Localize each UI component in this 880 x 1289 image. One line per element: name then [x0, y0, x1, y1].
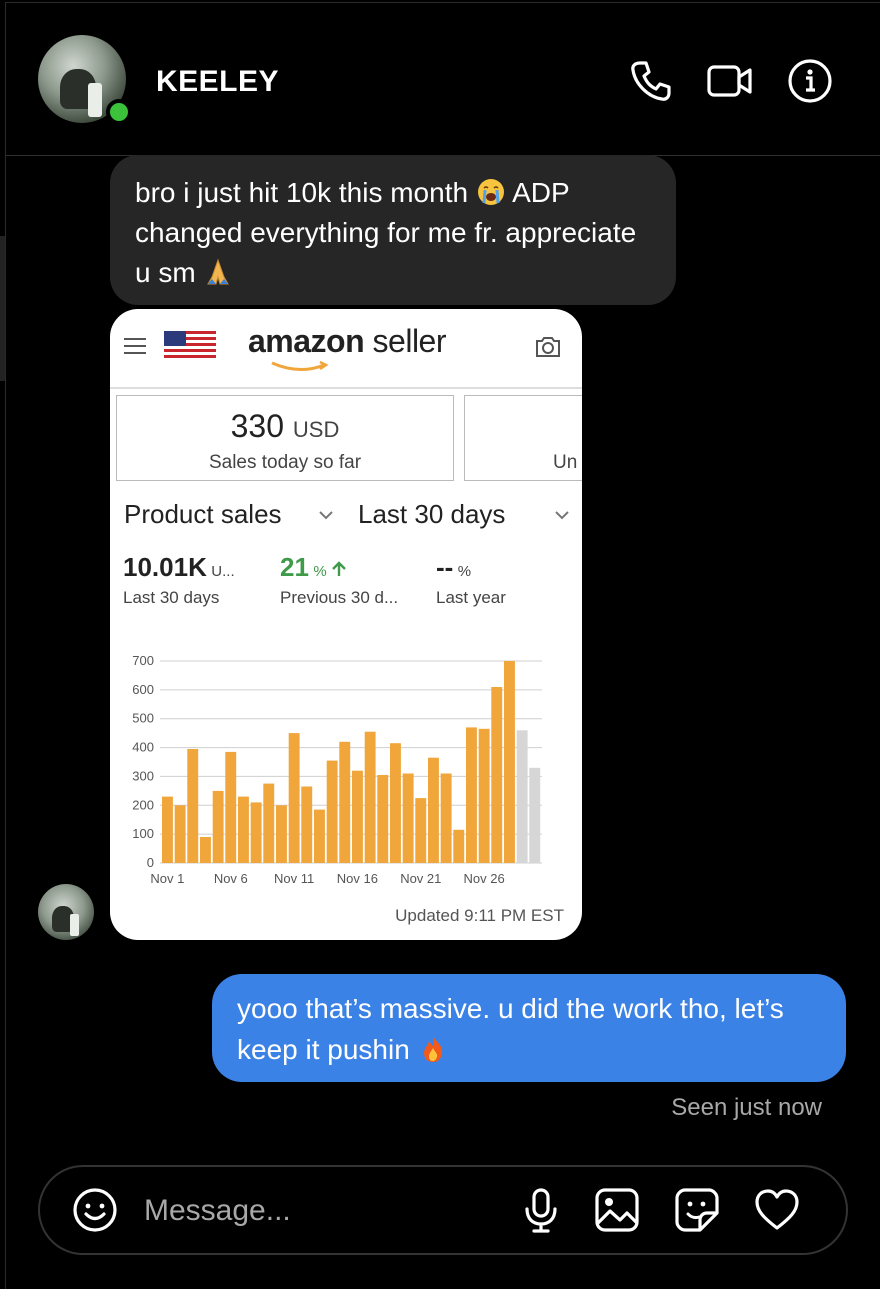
chart-bar [212, 790, 224, 863]
x-tick-label: Nov 6 [214, 871, 248, 886]
window-edge-bar [0, 236, 5, 381]
range-dropdown: Last 30 days [358, 499, 506, 529]
crying-face-emoji-icon [477, 179, 504, 205]
amazon-app-bar: amazon seller [110, 309, 582, 389]
us-flag-icon [164, 331, 216, 361]
chart-bar [516, 730, 528, 863]
outgoing-message-bubble[interactable]: yooo that’s massive. u did the work tho,… [212, 974, 846, 1082]
chevron-down-icon [555, 511, 569, 520]
seen-status: Seen just now [671, 1094, 822, 1121]
shared-image-amazon-seller[interactable]: amazon seller 330 USD Sales today so far… [110, 309, 582, 940]
sales-today-tile: 330 USD Sales today so far [116, 395, 454, 481]
y-tick-label: 600 [132, 682, 154, 697]
emoji-icon[interactable] [72, 1187, 118, 1233]
chart-bar [415, 798, 427, 863]
y-tick-label: 100 [132, 826, 154, 841]
chart-bar [466, 727, 477, 863]
chart-bar [390, 743, 401, 863]
chart-bar [402, 773, 414, 863]
chart-bar [174, 805, 186, 863]
sales-today-label: Sales today so far [208, 452, 362, 473]
chart-bar [326, 760, 338, 863]
video-call-icon[interactable] [706, 57, 754, 105]
chart-bar [428, 757, 439, 863]
y-tick-label: 400 [132, 740, 154, 755]
chart-bar [187, 749, 199, 863]
online-status-dot [106, 99, 132, 125]
message-text-part1: bro i just hit 10k this month [135, 177, 469, 208]
chart-bar [478, 728, 490, 863]
sales-today-unit: USD [292, 417, 340, 442]
chart-bar [377, 775, 389, 863]
message-composer [38, 1165, 848, 1255]
amazon-seller-logo: amazon seller [248, 323, 447, 371]
incoming-message-bubble[interactable]: bro i just hit 10k this month ADP change… [110, 155, 676, 305]
x-tick-label: Nov 11 [274, 871, 314, 886]
phone-icon[interactable] [626, 57, 674, 105]
metric-last-30-days: 10.01K U... Last 30 days [123, 552, 235, 607]
chart-bar [162, 796, 173, 863]
metric-previous-30-days: 21 % Previous 30 d... [280, 552, 399, 607]
camera-icon [536, 337, 560, 357]
heart-icon[interactable] [754, 1187, 800, 1233]
x-tick-label: Nov 1 [150, 871, 184, 886]
x-tick-label: Nov 21 [400, 871, 441, 886]
chart-bar [301, 786, 313, 863]
chart-bar [529, 767, 541, 863]
chart-bar [225, 751, 237, 863]
chart-bar [352, 770, 363, 863]
y-tick-label: 700 [132, 653, 154, 668]
info-icon[interactable] [786, 57, 834, 105]
fire-emoji-icon [423, 1036, 442, 1062]
chart-bar [314, 809, 325, 863]
x-tick-label: Nov 16 [337, 871, 378, 886]
contact-name[interactable]: KEELEY [156, 65, 279, 99]
sales-bar-chart: 0 100 200 300 400 500 600 700 Nov 1 Nov 6 Nov 11 No… [132, 653, 542, 886]
y-tick-label: 500 [132, 711, 154, 726]
chart-bar [364, 731, 376, 863]
chat-header: KEELEY [6, 3, 880, 156]
chart-bar [200, 837, 211, 863]
y-tick-label: 300 [132, 768, 154, 783]
units-tile: Un [464, 395, 582, 481]
updated-timestamp: Updated 9:11 PM EST [395, 906, 564, 925]
metric-dropdown: Product sales [124, 499, 282, 529]
chart-bar [440, 773, 452, 863]
chevron-down-icon [319, 511, 333, 520]
metric-last-year: -- % Last year [436, 552, 506, 607]
chart-bar [263, 783, 275, 863]
chart-bar [250, 802, 262, 863]
chart-bar [288, 733, 300, 863]
chart-bar [339, 741, 351, 863]
message-input[interactable] [142, 1187, 506, 1235]
microphone-icon[interactable] [518, 1187, 564, 1233]
folded-hands-emoji-icon [207, 258, 230, 285]
sticker-icon[interactable] [674, 1187, 720, 1233]
y-tick-label: 0 [147, 855, 154, 870]
menu-icon [124, 338, 146, 359]
outgoing-message-text: yooo that’s massive. u did the work tho,… [237, 993, 784, 1065]
chart-bar [491, 687, 503, 863]
units-tile-label: Un [553, 452, 578, 473]
x-tick-label: Nov 26 [463, 871, 504, 886]
image-icon[interactable] [594, 1187, 640, 1233]
sender-avatar[interactable] [38, 884, 94, 940]
chart-bar [238, 796, 249, 863]
sales-today-value: 330 [230, 408, 285, 444]
chart-bar [504, 661, 515, 863]
chart-bar [276, 805, 287, 863]
y-tick-label: 200 [132, 797, 154, 812]
chart-bar [453, 829, 465, 863]
arrow-up-icon [332, 561, 347, 576]
